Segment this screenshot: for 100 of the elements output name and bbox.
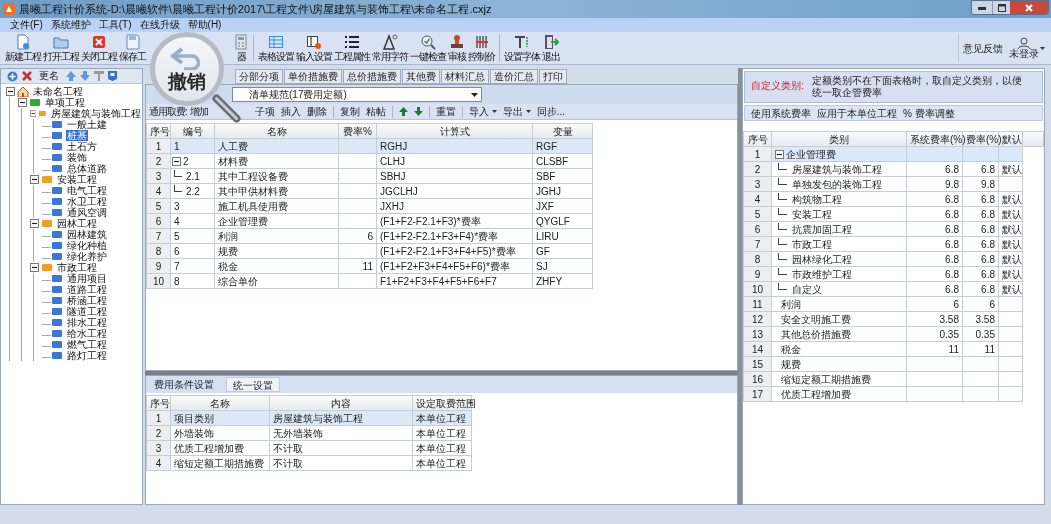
standard-dropdown[interactable]: 清单规范(17费用定额)	[232, 87, 482, 102]
category-label: 自定义类别:	[751, 79, 804, 92]
toolbar-button[interactable]: 增加	[189, 104, 208, 119]
toolbar-button[interactable]: 常用字符	[371, 32, 409, 64]
toolbar-button[interactable]: 应用于本单位工程	[817, 105, 897, 121]
collapse-icon[interactable]	[775, 149, 784, 159]
user-button[interactable]: 未登录	[1009, 37, 1039, 59]
restore-icon	[997, 4, 1006, 12]
table-cell: 默认	[998, 266, 1023, 282]
toolbar-button[interactable]: % 费率调整	[903, 105, 955, 121]
tab[interactable]: 统一设置	[226, 377, 280, 392]
document-icon	[15, 34, 31, 50]
menu-item[interactable]: 工具(T)	[98, 19, 132, 31]
toolbar-button[interactable]: 粘帖	[362, 104, 389, 119]
column-header: 名称	[170, 395, 270, 411]
minimize-button[interactable]	[972, 1, 992, 14]
tree-item[interactable]: 总体道路	[66, 163, 108, 174]
tree-item[interactable]: 给水工程	[66, 328, 108, 339]
menu-item[interactable]: 帮助(H)	[187, 19, 222, 31]
tree-item[interactable]: 绿化种植	[66, 240, 108, 251]
toolbar-button[interactable]: 输入设置	[295, 32, 333, 64]
toolbar-button[interactable]: 同步...	[533, 104, 569, 119]
tab[interactable]: 单价措施费	[284, 69, 342, 84]
toolbar-button[interactable]: 删除	[303, 104, 330, 119]
tree-item[interactable]: 土石方	[66, 141, 98, 152]
tab[interactable]: 其他费	[402, 69, 440, 84]
table-cell: 1	[174, 139, 180, 153]
toolbar-button[interactable]: 表格设置	[257, 32, 295, 64]
tree-item[interactable]: 园林工程	[56, 218, 98, 229]
toolbar-button[interactable]: 工程属性	[333, 32, 371, 64]
up-arrow-icon[interactable]	[398, 107, 408, 116]
toolbar-button[interactable]: 控制价	[467, 32, 496, 64]
table-cell: 6.8	[962, 281, 999, 297]
tab[interactable]: 费用条件设置	[148, 377, 220, 392]
tree-item[interactable]: 市政工程	[56, 262, 98, 273]
toolbar-button[interactable]: 子项	[251, 104, 278, 119]
table-cell: 不计取	[269, 455, 413, 471]
tab[interactable]: 材料汇总	[441, 69, 489, 84]
maximize-button[interactable]	[992, 1, 1010, 14]
toolbar-button[interactable]: 新建工程	[4, 32, 42, 64]
menu-item[interactable]: 在线升级	[139, 19, 180, 31]
table-cell	[906, 146, 963, 162]
tag-icon[interactable]	[108, 71, 117, 81]
feedback-link[interactable]: 意见反馈	[963, 40, 1003, 56]
tree-item[interactable]: 排水工程	[66, 317, 108, 328]
menu-item[interactable]: 文件(F)	[10, 19, 43, 31]
tree-item[interactable]: 绿化养护	[66, 251, 108, 262]
toolbar-button[interactable]: 退出	[541, 32, 561, 64]
tree-item[interactable]: 单项工程	[44, 97, 86, 108]
collapse-icon[interactable]	[6, 87, 15, 96]
tree-item[interactable]: 房屋建筑与装饰工程	[50, 108, 142, 119]
table-cell: 本单位工程	[412, 410, 472, 426]
collapse-icon[interactable]	[18, 98, 27, 107]
table-cell	[998, 371, 1023, 387]
add-icon[interactable]	[7, 70, 18, 82]
table-cell: 其中工程设备费	[214, 168, 339, 184]
tree-item[interactable]: 桩基	[66, 130, 88, 141]
collapse-icon[interactable]	[30, 175, 39, 184]
toolbar-button[interactable]: 插入	[277, 104, 304, 119]
toolbar-button[interactable]: 审核	[447, 32, 467, 64]
toolbar-button[interactable]: 关闭工程	[80, 32, 118, 64]
tree-item[interactable]: 电气工程	[66, 185, 108, 196]
rename-button[interactable]: 更名	[39, 70, 59, 82]
tree-item[interactable]: 燃气工程	[66, 339, 108, 350]
tab[interactable]: 分部分项	[235, 69, 283, 84]
table-cell: 11	[906, 341, 963, 357]
tree-item[interactable]: 隧道工程	[66, 306, 108, 317]
delete-icon[interactable]	[22, 71, 32, 81]
toolbar-button[interactable]: 打开工程	[42, 32, 80, 64]
tree-item[interactable]: 园林建筑	[66, 229, 108, 240]
collapse-icon[interactable]	[172, 156, 181, 166]
tree-item[interactable]: 通用项目	[66, 273, 108, 284]
tree-item[interactable]: 装饰	[66, 152, 88, 163]
toolbar-button[interactable]: 一键检查	[409, 32, 447, 64]
down-arrow-icon[interactable]	[413, 107, 423, 116]
collapse-icon[interactable]	[30, 263, 39, 272]
tree-item[interactable]: 桥涵工程	[66, 295, 108, 306]
tab[interactable]: 打印	[539, 69, 567, 84]
toolbar-button[interactable]: 器	[232, 32, 250, 64]
tree-item[interactable]: 通风空调	[66, 207, 108, 218]
collapse-icon[interactable]	[30, 219, 39, 228]
toolbar-button[interactable]: 导入	[465, 104, 500, 119]
toolbar-button[interactable]: 重置	[432, 104, 459, 119]
tree-item[interactable]: 未命名工程	[32, 86, 84, 97]
tab[interactable]: 总价措施费	[343, 69, 401, 84]
menu-item[interactable]: 系统维护	[50, 19, 91, 31]
toolbar-button[interactable]: 使用系统费率	[751, 105, 811, 121]
tree-item[interactable]: 水卫工程	[66, 196, 108, 207]
toolbar-button[interactable]: 保存工	[118, 32, 147, 64]
collapse-icon[interactable]	[30, 109, 37, 118]
toolbar-button[interactable]: 设置字体	[503, 32, 541, 64]
tree-item[interactable]: 路灯工程	[66, 350, 108, 361]
tab[interactable]: 造价汇总	[490, 69, 538, 84]
toolbar-button[interactable]: 导出	[499, 104, 534, 119]
toolbar-button[interactable]: 复制	[336, 104, 363, 119]
tree-item[interactable]: 道路工程	[66, 284, 108, 295]
table-cell: (F1+F2-F2.1+F3+F4)*费率	[376, 228, 533, 244]
tree-item[interactable]: 安装工程	[56, 174, 98, 185]
close-button[interactable]	[1010, 1, 1048, 14]
tree-item[interactable]: 一般土建	[66, 119, 108, 130]
